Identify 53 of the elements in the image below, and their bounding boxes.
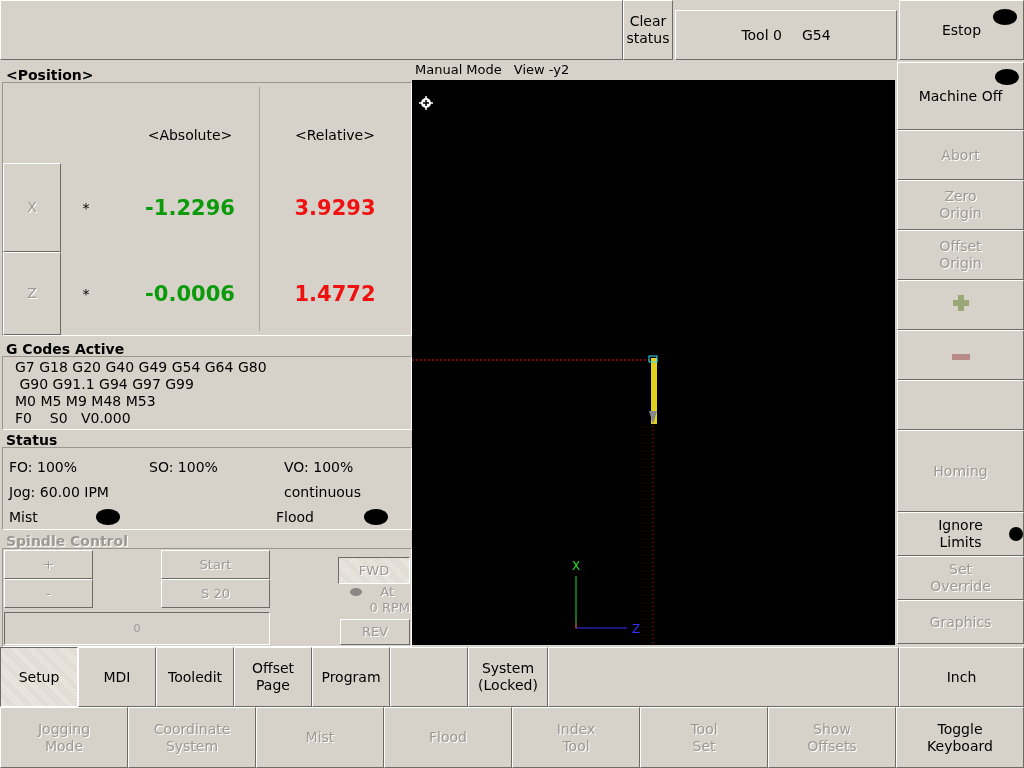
axis-marker: * — [81, 285, 91, 302]
tab[interactable]: Program — [312, 647, 390, 707]
column-header: <Relative> — [294, 127, 376, 145]
at-speed-label: At — [380, 583, 394, 600]
tab[interactable]: Tooledit — [156, 647, 234, 707]
increase-button[interactable] — [897, 280, 1024, 330]
gcode-line: M0 M5 M9 M48 M53 — [15, 393, 157, 410]
spindle-override: SO: 100% — [149, 458, 219, 475]
relative-value: 1.4772 — [293, 281, 377, 306]
gcode-line: G7 G18 G20 G40 G49 G54 G64 G80 — [15, 359, 268, 376]
clear-status-button[interactable]: Clear status — [623, 0, 673, 60]
jog-mode: continuous — [284, 483, 362, 500]
axis-button[interactable]: X — [3, 163, 61, 252]
axis-button[interactable]: Z — [3, 252, 61, 335]
minus-icon — [951, 353, 970, 360]
plus-icon — [952, 295, 969, 311]
spindle-title: Spindle Control — [6, 534, 128, 548]
mode-label: Manual Mode — [415, 62, 502, 79]
origin-icon — [418, 95, 434, 111]
gcode-line: G90 G91.1 G94 G97 G99 — [18, 376, 195, 393]
blank-button[interactable] — [897, 380, 1024, 430]
estop-button[interactable]: Estop — [899, 0, 1024, 60]
tool-display: Tool 0 G54 — [675, 10, 897, 60]
mist-label: Mist — [9, 508, 38, 525]
jog-rate: Jog: 60.00 IPM — [9, 483, 110, 500]
side-button[interactable]: Machine Off — [897, 62, 1024, 130]
tab[interactable]: Offset Page — [234, 647, 312, 707]
z-axis-arrow — [575, 622, 628, 630]
spindle-rpm: 0 RPM — [369, 599, 410, 616]
tab[interactable]: Setup — [0, 647, 78, 707]
tool-drawing — [648, 355, 658, 424]
status-title: Status — [6, 433, 58, 447]
position-title: <Position> — [6, 68, 94, 82]
axis-marker: * — [81, 199, 91, 216]
decrease-button[interactable] — [897, 330, 1024, 380]
relative-value: 3.9293 — [293, 195, 377, 220]
blank-tab[interactable] — [390, 647, 468, 707]
axis-label: Z — [632, 622, 641, 636]
action-button[interactable]: Toggle Keyboard — [896, 707, 1024, 768]
column-header: <Absolute> — [146, 127, 234, 145]
velocity-override: VO: 100% — [284, 458, 355, 475]
absolute-value: -1.2296 — [144, 195, 236, 220]
flood-label: Flood — [276, 508, 314, 525]
gcodes-title: G Codes Active — [6, 342, 125, 356]
gcode-line: F0 S0 V0.000 — [15, 410, 132, 427]
side-button[interactable]: Ignore Limits — [897, 512, 1024, 556]
feed-override: FO: 100% — [9, 458, 79, 475]
units-button[interactable]: Inch — [899, 647, 1024, 707]
view-label: View -y2 — [513, 62, 570, 79]
tab[interactable]: MDI — [78, 647, 156, 707]
absolute-value: -0.0006 — [144, 281, 236, 306]
axis-label: X — [572, 559, 581, 573]
tab[interactable]: System (Locked) — [468, 647, 548, 707]
